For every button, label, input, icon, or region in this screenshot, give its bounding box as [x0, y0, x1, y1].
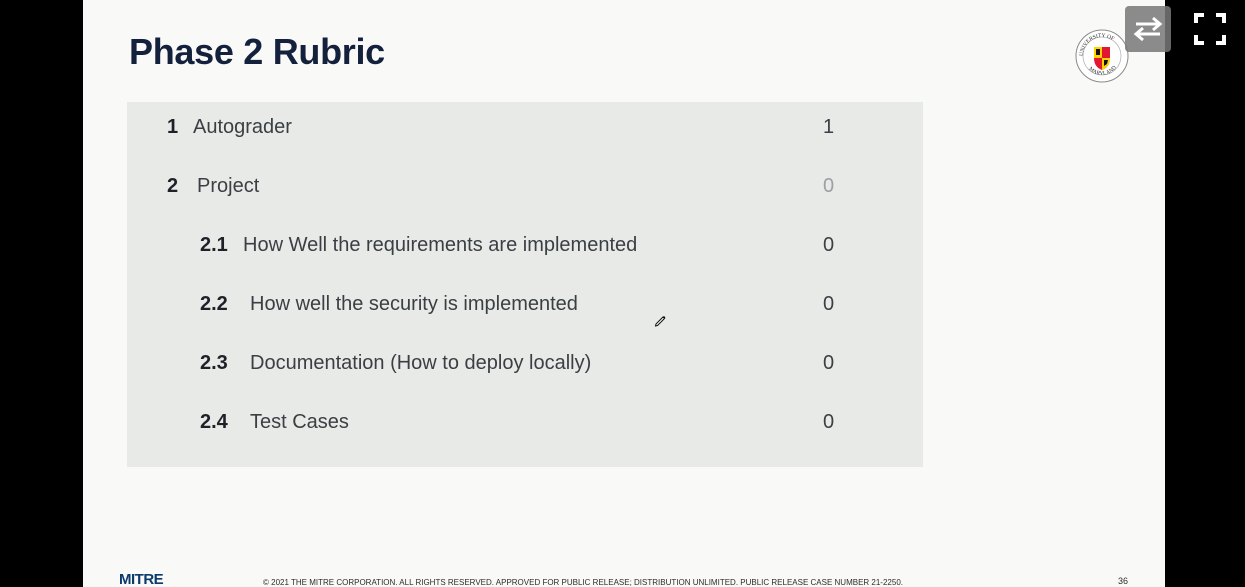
row-number: 2 — [167, 175, 179, 197]
row-number: 2.2 — [200, 293, 228, 315]
row-number: 2.4 — [200, 411, 228, 433]
copyright-notice: © 2021 THE MITRE CORPORATION. ALL RIGHTS… — [263, 578, 903, 587]
row-number: 2.3 — [200, 352, 228, 374]
fullscreen-button[interactable] — [1187, 6, 1233, 52]
mitre-logo: MITRE — [119, 571, 164, 587]
row-score: 1 — [823, 116, 835, 138]
rubric-row: 2 Project 0 — [127, 175, 923, 205]
presentation-slide: Phase 2 Rubric UNIVERSITY OF MARYLAND 1 … — [83, 0, 1165, 587]
row-number: 1 — [167, 116, 179, 138]
rubric-row: 2.2 How well the security is implemented… — [127, 293, 923, 323]
row-score: 0 — [823, 411, 835, 433]
rubric-row: 1 Autograder 1 — [127, 116, 923, 146]
row-label: Project — [197, 175, 260, 197]
university-seal-icon: UNIVERSITY OF MARYLAND — [1074, 28, 1130, 84]
page-number: 36 — [1118, 576, 1129, 586]
row-label: How well the security is implemented — [250, 293, 578, 315]
fullscreen-icon — [1194, 13, 1226, 45]
row-label: How Well the requirements are implemente… — [243, 234, 638, 256]
row-label: Documentation (How to deploy locally) — [250, 352, 592, 374]
row-label: Autograder — [193, 116, 292, 138]
rubric-row: 2.3 Documentation (How to deploy locally… — [127, 352, 923, 382]
slide-title: Phase 2 Rubric — [129, 31, 385, 72]
row-score: 0 — [823, 293, 835, 315]
row-score: 0 — [823, 234, 835, 256]
rubric-row: 2.1 How Well the requirements are implem… — [127, 234, 923, 264]
swap-arrows-icon — [1133, 16, 1163, 42]
row-label: Test Cases — [250, 411, 349, 433]
row-score: 0 — [823, 175, 835, 197]
row-number: 2.1 — [200, 234, 228, 256]
rubric-row: 2.4 Test Cases 0 — [127, 411, 923, 441]
row-score: 0 — [823, 352, 835, 374]
swap-view-button[interactable] — [1125, 6, 1171, 52]
rubric-table: 1 Autograder 1 2 Project 0 2.1 How Well … — [127, 102, 923, 467]
pen-cursor-icon — [653, 313, 667, 327]
video-player[interactable]: Phase 2 Rubric UNIVERSITY OF MARYLAND 1 … — [0, 0, 1245, 587]
